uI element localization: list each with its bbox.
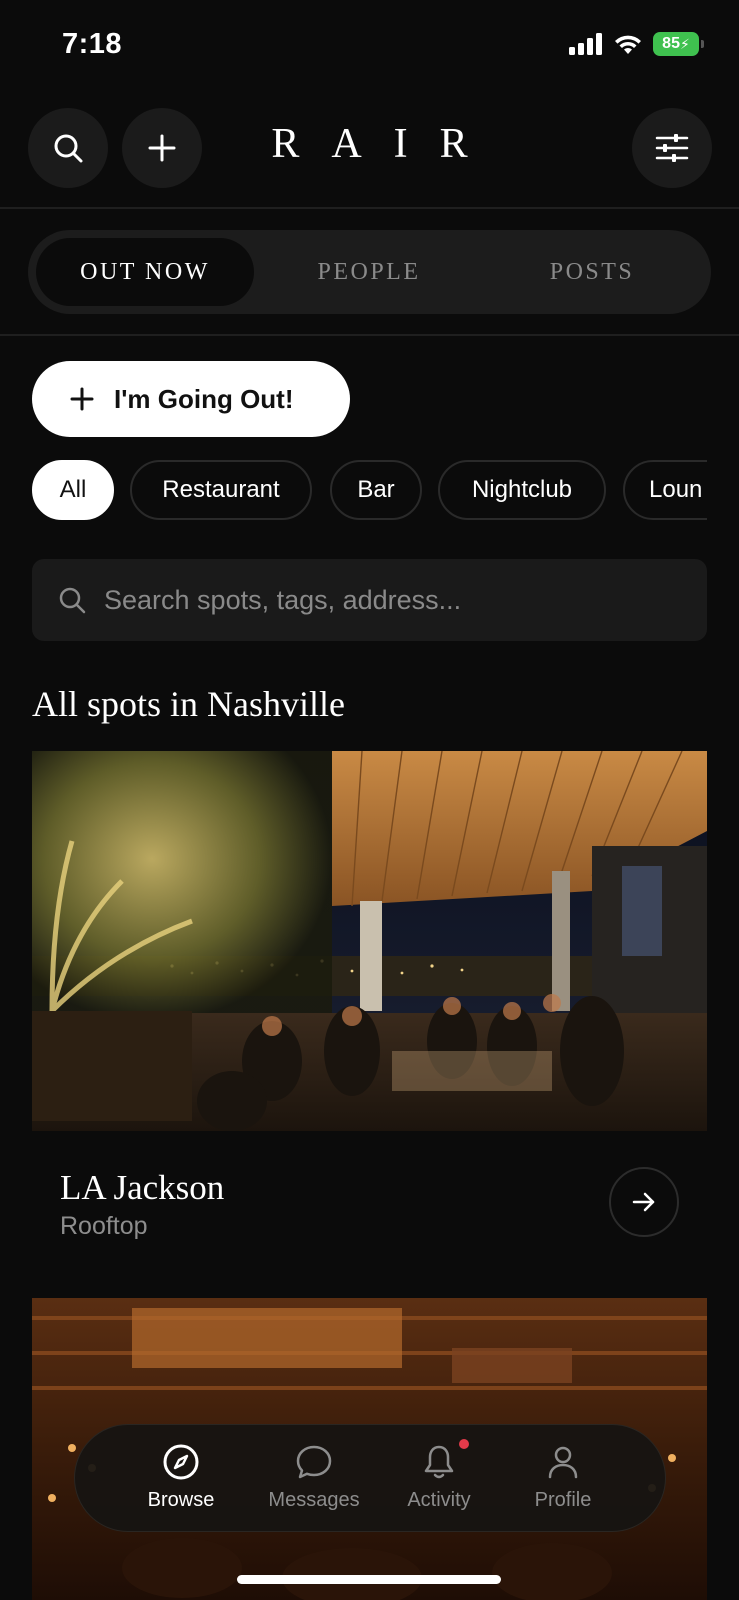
- filter-settings-button[interactable]: [632, 108, 712, 188]
- bell-icon: [424, 1445, 454, 1479]
- rooftop-photo: [32, 751, 707, 1131]
- spot-image[interactable]: [32, 751, 707, 1131]
- status-bar: 7:18 85 ⚡: [0, 0, 739, 92]
- nav-activity[interactable]: Activity: [379, 1439, 499, 1512]
- app-header: RAIR: [0, 104, 739, 192]
- app-logo: RAIR: [271, 121, 500, 167]
- status-time: 7:18: [62, 28, 123, 60]
- nav-label: Activity: [407, 1489, 471, 1511]
- notification-dot: [459, 1439, 469, 1449]
- chip-nightclub[interactable]: Nightclub: [438, 460, 606, 520]
- tab-posts[interactable]: POSTS: [483, 238, 701, 306]
- chip-all[interactable]: All: [32, 460, 114, 520]
- sliders-icon: [655, 134, 689, 162]
- tabs-divider: [0, 334, 739, 336]
- nav-label: Messages: [268, 1489, 360, 1511]
- bottom-navigation: Browse Messages Activity Profile: [74, 1424, 666, 1532]
- spot-type: Rooftop: [60, 1212, 148, 1240]
- battery-indicator: 85 ⚡: [653, 32, 704, 56]
- chat-bubble-icon: [296, 1445, 332, 1479]
- nav-label: Browse: [147, 1489, 215, 1511]
- going-out-button[interactable]: I'm Going Out!: [32, 361, 350, 437]
- category-filter-chips: All Restaurant Bar Nightclub Loun: [32, 460, 707, 522]
- chip-lounge[interactable]: Loun: [623, 460, 707, 520]
- chip-restaurant[interactable]: Restaurant: [130, 460, 312, 520]
- nav-label: Profile: [534, 1489, 592, 1511]
- search-bar[interactable]: [32, 559, 707, 641]
- person-icon: [548, 1446, 578, 1479]
- nav-messages[interactable]: Messages: [254, 1443, 374, 1512]
- cellular-signal-icon: [569, 33, 602, 55]
- tab-out-now[interactable]: OUT NOW: [36, 238, 254, 306]
- section-title: All spots in Nashville: [32, 684, 345, 724]
- chip-bar[interactable]: Bar: [330, 460, 422, 520]
- search-input[interactable]: [104, 584, 664, 616]
- arrow-right-icon: [632, 1192, 655, 1212]
- going-out-label: I'm Going Out!: [114, 383, 294, 414]
- home-indicator[interactable]: [237, 1575, 501, 1584]
- segmented-tabs: OUT NOW PEOPLE POSTS: [28, 230, 711, 314]
- nav-browse[interactable]: Browse: [121, 1443, 241, 1512]
- tab-people[interactable]: PEOPLE: [260, 238, 478, 306]
- open-spot-button[interactable]: [609, 1167, 679, 1237]
- header-divider: [0, 207, 739, 209]
- plus-icon: [70, 387, 94, 411]
- nav-profile[interactable]: Profile: [503, 1443, 623, 1512]
- charging-bolt-icon: ⚡: [679, 35, 690, 52]
- battery-level: 85: [662, 35, 680, 52]
- spot-name[interactable]: LA Jackson: [60, 1168, 224, 1208]
- wifi-icon: [615, 35, 641, 54]
- compass-icon: [163, 1444, 199, 1480]
- search-icon: [59, 587, 86, 614]
- status-icons: 85 ⚡: [569, 32, 704, 56]
